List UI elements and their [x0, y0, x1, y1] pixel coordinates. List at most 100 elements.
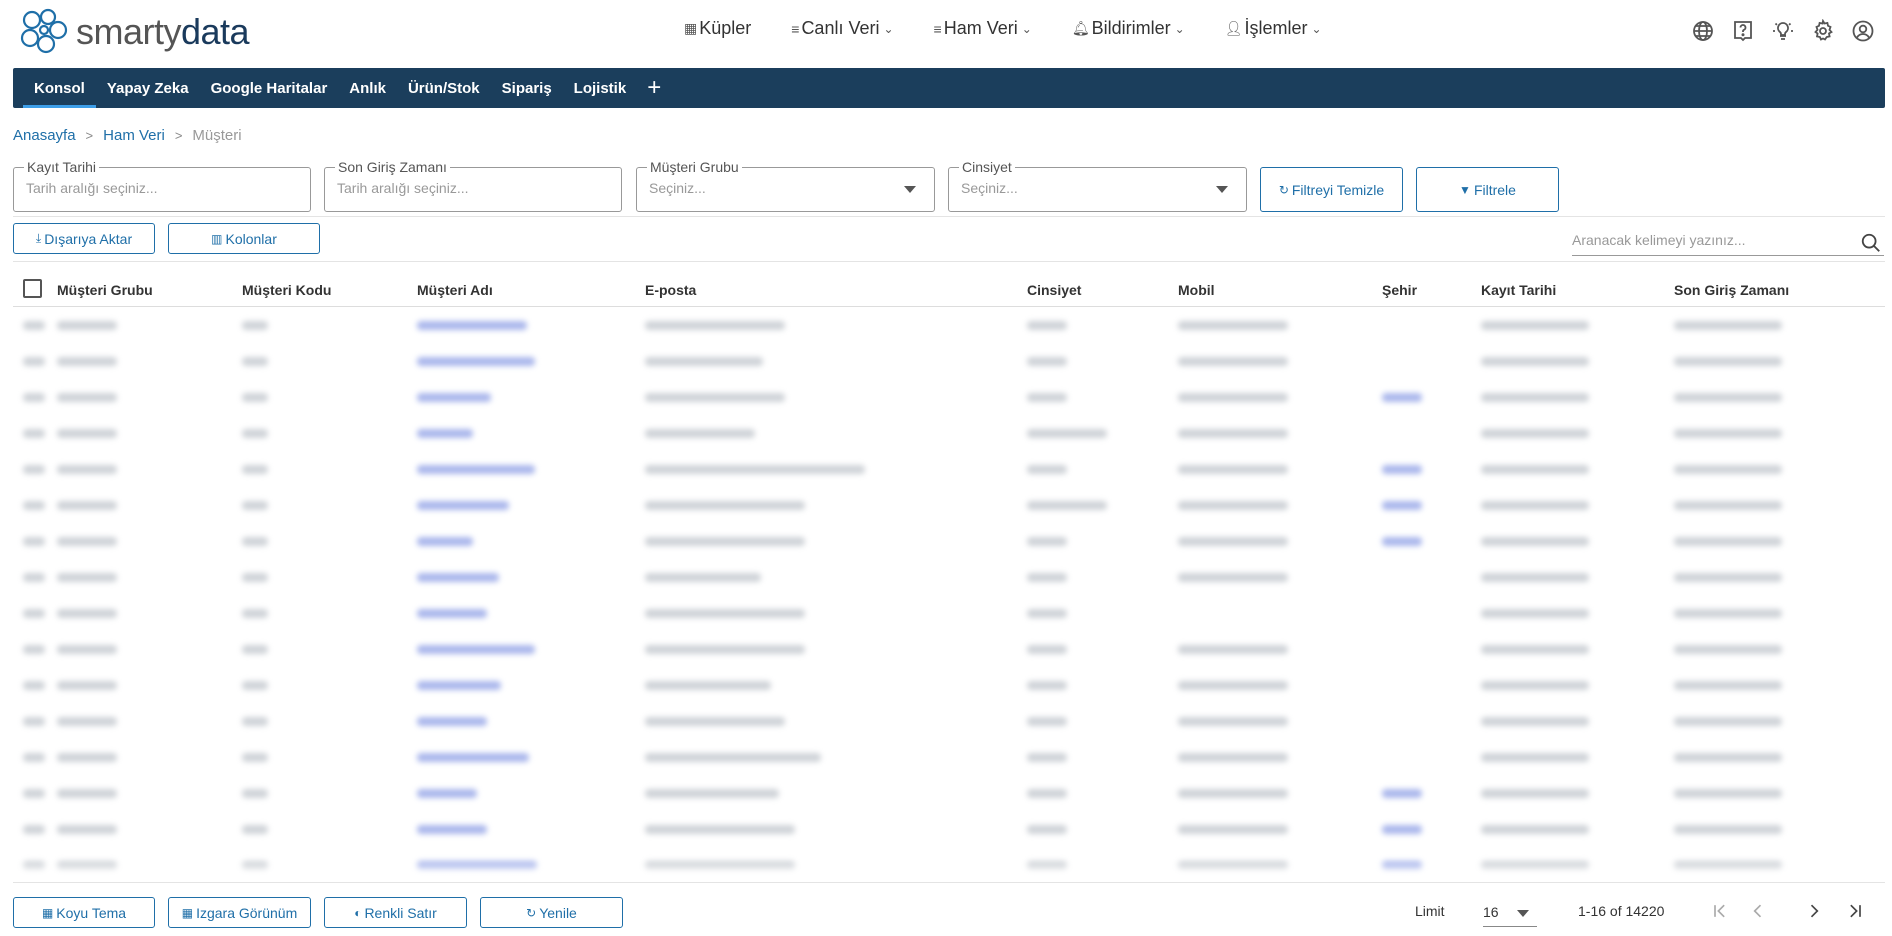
divider	[13, 216, 1885, 217]
export-button[interactable]: ⤓ Dışarıya Aktar	[13, 223, 155, 254]
limit-select[interactable]: 16	[1483, 897, 1537, 927]
musteri-grubu-input[interactable]	[649, 180, 899, 196]
table-row[interactable]	[13, 595, 1885, 631]
menu-google-haritalar[interactable]: Google Haritalar	[200, 68, 339, 108]
top-icons	[1690, 18, 1876, 44]
redacted-cell	[1027, 537, 1067, 546]
nav-ham-veri[interactable]: ≡ Ham Veri ⌄	[934, 18, 1032, 39]
search-icon[interactable]	[1860, 232, 1882, 259]
filter-label: Son Giriş Zamanı	[335, 159, 450, 175]
chevron-down-icon: ⌄	[1311, 21, 1322, 36]
redacted-cell	[1481, 753, 1589, 762]
table-row[interactable]	[13, 559, 1885, 595]
account-icon[interactable]	[1850, 18, 1876, 44]
column-header-sehir[interactable]: Şehir	[1382, 282, 1417, 298]
logo[interactable]: smartydata	[18, 8, 250, 56]
help-icon[interactable]	[1730, 18, 1756, 44]
column-header-cinsiyet[interactable]: Cinsiyet	[1027, 282, 1081, 298]
menu-urun-stok[interactable]: Ürün/Stok	[397, 68, 491, 108]
redacted-cell	[1027, 501, 1107, 510]
caret-down-icon	[1517, 910, 1529, 917]
table-row[interactable]	[13, 739, 1885, 775]
table-row[interactable]	[13, 343, 1885, 379]
menu-konsol[interactable]: Konsol	[23, 68, 96, 108]
menu-yapay-zeka[interactable]: Yapay Zeka	[96, 68, 200, 108]
column-header-musteri-kodu[interactable]: Müşteri Kodu	[242, 282, 331, 298]
redacted-cell	[1178, 717, 1288, 726]
redacted-cell	[1027, 465, 1067, 474]
redacted-cell	[645, 321, 785, 330]
column-header-musteri-grubu[interactable]: Müşteri Grubu	[57, 282, 153, 298]
colored-row-button[interactable]: ◐ Renkli Satır	[324, 897, 467, 928]
menu-anlik[interactable]: Anlık	[338, 68, 397, 108]
search-input[interactable]	[1572, 232, 1852, 248]
table-row[interactable]	[13, 415, 1885, 451]
kayit-tarihi-filter[interactable]: Kayıt Tarihi	[13, 159, 311, 212]
prev-page-icon[interactable]	[1745, 898, 1771, 924]
musteri-grubu-select[interactable]: Müşteri Grubu	[636, 159, 935, 212]
table-row[interactable]	[13, 523, 1885, 559]
refresh-button[interactable]: ↻ Yenile	[480, 897, 623, 928]
redacted-cell	[645, 609, 805, 618]
redacted-cell	[57, 393, 117, 402]
redacted-cell	[645, 645, 805, 654]
grid-view-button[interactable]: ▦ Izgara Görünüm	[168, 897, 311, 928]
divider	[13, 261, 1885, 262]
lightbulb-icon[interactable]	[1770, 18, 1796, 44]
redacted-cell	[23, 393, 45, 402]
table-row[interactable]	[13, 775, 1885, 811]
redacted-cell	[23, 465, 45, 474]
nav-islemler[interactable]: 👤︎ İşlemler ⌄	[1225, 18, 1322, 39]
redacted-cell	[242, 573, 268, 582]
first-page-icon[interactable]	[1707, 898, 1733, 924]
table-row[interactable]	[13, 451, 1885, 487]
column-header-musteri-adi[interactable]: Müşteri Adı	[417, 282, 493, 298]
menu-siparis[interactable]: Sipariş	[491, 68, 563, 108]
son-giris-filter[interactable]: Son Giriş Zamanı	[324, 159, 622, 212]
redacted-cell	[242, 645, 268, 654]
table-row[interactable]	[13, 667, 1885, 703]
table-row[interactable]	[13, 379, 1885, 415]
menu-lojistik[interactable]: Lojistik	[563, 68, 638, 108]
next-page-icon[interactable]	[1801, 898, 1827, 924]
redacted-cell	[57, 501, 117, 510]
nav-bildirimler[interactable]: 🔔︎ Bildirimler ⌄	[1072, 18, 1185, 39]
table-row[interactable]	[13, 811, 1885, 847]
last-page-icon[interactable]	[1842, 898, 1868, 924]
nav-kupler[interactable]: ▦ Küpler	[684, 18, 751, 39]
column-header-kayit-tarihi[interactable]: Kayıt Tarihi	[1481, 282, 1556, 298]
cinsiyet-input[interactable]	[961, 180, 1211, 196]
cinsiyet-select[interactable]: Cinsiyet	[948, 159, 1247, 212]
dark-theme-button[interactable]: ▦ Koyu Tema	[13, 897, 155, 928]
redacted-cell	[57, 681, 117, 690]
table-fade	[13, 860, 1885, 882]
redacted-cell	[57, 537, 117, 546]
redacted-cell	[417, 357, 535, 366]
globe-icon[interactable]	[1690, 18, 1716, 44]
select-all-checkbox[interactable]	[23, 279, 42, 298]
kayit-tarihi-input[interactable]	[26, 180, 276, 196]
redacted-cell	[1674, 609, 1782, 618]
column-header-mobil[interactable]: Mobil	[1178, 282, 1215, 298]
redacted-cell	[645, 789, 779, 798]
add-tab-button[interactable]: +	[637, 68, 671, 108]
table-row[interactable]	[13, 703, 1885, 739]
gear-icon[interactable]	[1810, 18, 1836, 44]
table-row[interactable]	[13, 487, 1885, 523]
redacted-cell	[1027, 681, 1067, 690]
redacted-cell	[242, 681, 268, 690]
columns-button[interactable]: ▥ Kolonlar	[168, 223, 320, 254]
clear-filter-button[interactable]: ↻ Filtreyi Temizle	[1260, 167, 1403, 212]
nav-canli-veri[interactable]: ≡ Canlı Veri ⌄	[791, 18, 893, 39]
table-row[interactable]	[13, 307, 1885, 343]
column-header-son-giris[interactable]: Son Giriş Zamanı	[1674, 282, 1789, 298]
table-row[interactable]	[13, 631, 1885, 667]
column-header-eposta[interactable]: E-posta	[645, 282, 696, 298]
redacted-cell	[23, 753, 45, 762]
breadcrumb-home[interactable]: Anasayfa	[13, 127, 76, 144]
redacted-cell	[645, 393, 785, 402]
apply-filter-button[interactable]: ▼ Filtrele	[1416, 167, 1559, 212]
redacted-cell	[1674, 753, 1782, 762]
breadcrumb-ham-veri[interactable]: Ham Veri	[103, 127, 165, 144]
son-giris-input[interactable]	[337, 180, 587, 196]
